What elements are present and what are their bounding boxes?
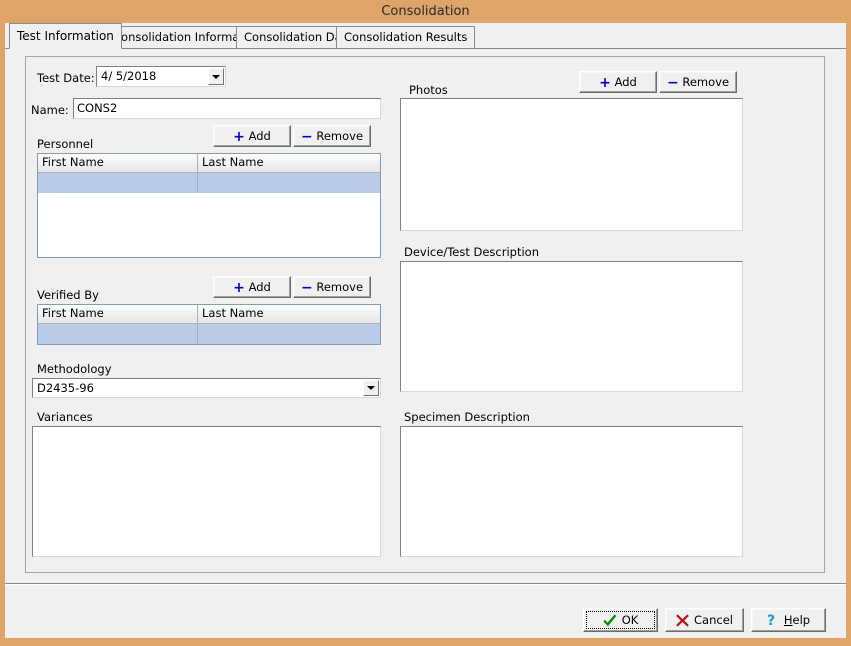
verified-by-label: Verified By xyxy=(37,288,99,302)
chevron-down-icon[interactable] xyxy=(208,68,224,85)
button-label: Remove xyxy=(682,75,729,89)
tab-label: Consolidation Results xyxy=(344,30,467,44)
dialog-footer: OK Cancel ? xyxy=(5,585,846,638)
plus-icon: + xyxy=(233,129,245,145)
tab-test-information[interactable]: Test Information xyxy=(9,23,122,49)
cancel-button[interactable]: Cancel xyxy=(665,608,744,632)
methodology-value: D2435-96 xyxy=(37,381,94,396)
device-test-description-textarea[interactable] xyxy=(400,261,743,392)
test-date-picker[interactable]: 4/ 5/2018 xyxy=(96,66,226,87)
test-date-value: 4/ 5/2018 xyxy=(101,69,156,84)
photos-add-button[interactable]: + Add xyxy=(579,71,657,93)
ok-button-label: OK xyxy=(622,613,639,627)
variances-label: Variances xyxy=(37,410,93,424)
test-information-panel: Test Date: 4/ 5/2018 Name: CONS2 Personn… xyxy=(25,56,825,573)
methodology-select[interactable]: D2435-96 xyxy=(32,378,381,398)
column-header-last-name: Last Name xyxy=(198,154,380,172)
test-date-label: Test Date: xyxy=(37,71,95,85)
red-x-icon xyxy=(676,614,689,627)
cancel-button-label: Cancel xyxy=(694,613,733,627)
name-label: Name: xyxy=(31,103,69,117)
personnel-grid[interactable]: First Name Last Name xyxy=(37,153,381,258)
methodology-label: Methodology xyxy=(37,362,112,376)
chevron-down-icon[interactable] xyxy=(363,380,379,396)
minus-icon: − xyxy=(667,75,679,91)
cell-last-name[interactable] xyxy=(198,324,380,344)
photos-remove-button[interactable]: − Remove xyxy=(659,71,737,93)
column-header-last-name: Last Name xyxy=(198,305,380,323)
button-label: Add xyxy=(249,280,271,294)
minus-icon: − xyxy=(301,129,313,145)
cell-last-name[interactable] xyxy=(198,173,380,193)
verified-by-add-button[interactable]: + Add xyxy=(213,276,291,298)
help-button-label: Help xyxy=(784,613,810,627)
specimen-description-textarea[interactable] xyxy=(400,426,743,557)
verified-by-grid-header: First Name Last Name xyxy=(38,305,380,324)
button-label: Add xyxy=(615,75,637,89)
button-label: Remove xyxy=(316,280,363,294)
variances-textarea[interactable] xyxy=(32,426,381,557)
window-title: Consolidation xyxy=(381,4,469,19)
column-header-first-name: First Name xyxy=(38,154,198,172)
consolidation-window: Consolidation Test Information Consolida… xyxy=(0,0,851,646)
verified-by-grid[interactable]: First Name Last Name xyxy=(37,304,381,345)
green-check-icon xyxy=(603,614,617,627)
device-test-description-label: Device/Test Description xyxy=(404,245,539,259)
specimen-description-label: Specimen Description xyxy=(404,410,530,424)
personnel-grid-header: First Name Last Name xyxy=(38,154,380,173)
window-title-bar: Consolidation xyxy=(0,0,851,23)
column-header-first-name: First Name xyxy=(38,305,198,323)
personnel-grid-row[interactable] xyxy=(38,173,380,193)
cell-first-name[interactable] xyxy=(38,324,198,344)
button-label: Add xyxy=(249,129,271,143)
name-input[interactable]: CONS2 xyxy=(73,98,381,119)
personnel-add-button[interactable]: + Add xyxy=(213,125,291,147)
verified-by-grid-row[interactable] xyxy=(38,324,380,344)
personnel-label: Personnel xyxy=(37,137,93,151)
cell-first-name[interactable] xyxy=(38,173,198,193)
button-label: Remove xyxy=(316,129,363,143)
plus-icon: + xyxy=(599,75,611,91)
help-button[interactable]: ? Help xyxy=(751,608,826,632)
photos-list[interactable] xyxy=(400,98,743,231)
photos-label: Photos xyxy=(409,83,448,97)
svg-text:?: ? xyxy=(767,613,775,627)
help-label-rest: elp xyxy=(793,613,811,627)
minus-icon: − xyxy=(301,280,313,296)
window-client-area: Test Information Consolidation Informati… xyxy=(5,23,846,638)
tab-strip-underline xyxy=(5,48,846,49)
plus-icon: + xyxy=(233,280,245,296)
verified-by-remove-button[interactable]: − Remove xyxy=(293,276,371,298)
tab-label: Test Information xyxy=(17,29,114,43)
personnel-remove-button[interactable]: − Remove xyxy=(293,125,371,147)
help-accelerator: H xyxy=(784,613,793,627)
tab-consolidation-results[interactable]: Consolidation Results xyxy=(336,26,475,48)
blue-question-icon: ? xyxy=(767,613,779,627)
tab-strip: Test Information Consolidation Informati… xyxy=(5,23,846,49)
ok-button[interactable]: OK xyxy=(583,608,658,632)
